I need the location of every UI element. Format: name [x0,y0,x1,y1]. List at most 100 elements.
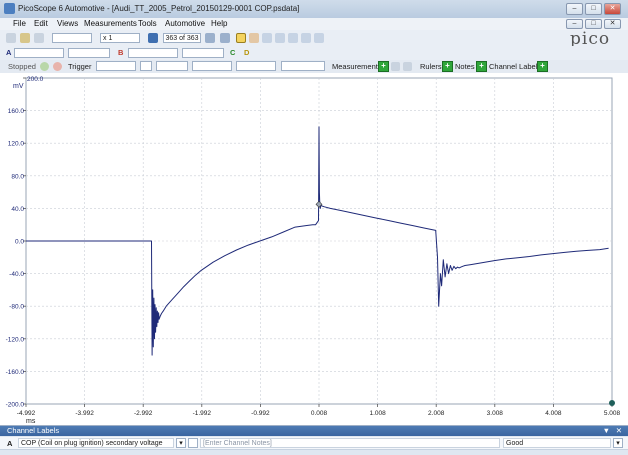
close-panel-icon[interactable]: ✕ [616,426,622,436]
delete-measurement-icon[interactable] [403,62,412,71]
x-axis-ticks: -4.992 -3.992 -2.992 -1.992 -0.992 0.008 1.008… [17,410,621,417]
edit-label-icon[interactable] [188,438,198,448]
zoom-select[interactable]: x 1 [100,33,140,43]
channel-a-coupling-select[interactable] [68,48,110,58]
rulers-label: Rulers [420,62,442,71]
x-tick-label: 3.008 [487,410,504,417]
status-dropdown-icon[interactable]: ▾ [613,438,623,448]
menu-file[interactable]: File [13,19,26,28]
doc-close-button[interactable]: ✕ [604,19,621,29]
menu-edit[interactable]: Edit [34,19,48,28]
pencil-icon[interactable] [20,33,30,43]
traces [26,126,615,406]
x-tick-label: -2.992 [134,410,153,417]
trigger-mode-select[interactable] [96,61,136,71]
channel-label-row: A COP (Coil on plug ignition) secondary … [0,437,628,450]
channel-labels-panel: Channel Labels ▼ ✕ A COP (Coil on plug i… [0,425,628,455]
channel-c-label: C [230,48,236,57]
measurements-label: Measurements [332,62,382,71]
rulers-toggle-icon[interactable]: + [442,61,453,72]
x-tick-label: 5.008 [604,410,621,417]
channel-b-range-select[interactable] [128,48,178,58]
pin-panel-icon[interactable]: ▼ [603,426,610,436]
doc-minimize-button[interactable]: – [566,19,583,29]
x-tick-label: 1.008 [369,410,386,417]
x-axis-unit: ms [26,418,36,425]
waveform-chart[interactable]: -200.0 -160.0 -120.0 -80.0 -40.0 0.0 40.0 80.0 1… [0,73,628,425]
channel-notes-input[interactable]: [Enter Channel Notes] [200,438,500,448]
x-tick-label: 4.008 [545,410,562,417]
close-window-button[interactable]: ✕ [604,3,621,15]
channel-b-label: B [118,48,124,57]
channel-a-range-select[interactable] [14,48,64,58]
trigger-label: Trigger [68,62,92,71]
next-buffer-icon[interactable] [205,33,215,43]
start-icon[interactable] [40,62,49,71]
x-tick-label: -0.992 [251,410,270,417]
trigger-level-input[interactable] [192,61,232,71]
buffer-navigator-icon[interactable] [220,33,230,43]
y-tick-label: 120.0 [8,141,25,148]
scope-state: Stopped [8,62,36,71]
trigger-source-select[interactable] [156,61,188,71]
zoom-area-icon[interactable] [288,33,298,43]
notes-toggle-icon[interactable]: + [476,61,487,72]
channel-status-select[interactable]: Good [503,438,611,448]
channel-a-label: A [6,48,12,57]
menu-help[interactable]: Help [211,19,227,28]
undo-zoom-icon[interactable] [301,33,311,43]
main-toolbar: x 1 363 of 363 pico Technology [0,29,628,55]
y-tick-label-top: 200.0 [27,76,44,83]
menu-views[interactable]: Views [57,19,78,28]
y-tick-label: -80.0 [9,304,24,311]
trigger-toolbar: Stopped Trigger Measurements + Rulers + … [0,60,628,74]
first-buffer-icon[interactable] [148,33,158,43]
y-tick-label: -160.0 [6,369,25,376]
maximize-button[interactable]: □ [585,3,602,15]
menu-measurements[interactable]: Measurements [84,19,137,28]
y-tick-label: 160.0 [8,108,25,115]
y-tick-label: 80.0 [11,173,24,180]
y-tick-label: -120.0 [6,336,25,343]
channel-toolbar: A B C D [0,46,628,61]
trigger-edge-select[interactable] [140,61,152,71]
zoom-to-fit-icon[interactable] [314,33,324,43]
grid [23,77,613,407]
scope-view[interactable]: -200.0 -160.0 -120.0 -80.0 -40.0 0.0 40.0 80.0 1… [0,73,628,425]
zoom-in-icon[interactable] [262,33,272,43]
zoom-out-icon[interactable] [275,33,285,43]
edit-measurement-icon[interactable] [391,62,400,71]
menu-tools[interactable]: Tools [138,19,157,28]
minimize-button[interactable]: – [566,3,583,15]
channel-d-label: D [244,48,250,57]
channel-labels-header: Channel Labels ▼ ✕ [0,426,628,436]
channel-labels-title: Channel Labels [7,426,60,435]
trigger-pretrigger-input[interactable] [236,61,276,71]
add-measurement-icon[interactable]: + [378,61,389,72]
pointer-icon[interactable] [236,33,246,43]
y-tick-label: 40.0 [11,206,24,213]
channel-label-name[interactable]: COP (Coil on plug ignition) secondary vo… [18,438,174,448]
settings-icon[interactable] [34,33,44,43]
buffer-position[interactable]: 363 of 363 [163,33,201,43]
notes-label: Notes [455,62,475,71]
channel-label-channel: A [7,439,13,448]
y-tick-label: -40.0 [9,271,24,278]
doc-restore-button[interactable]: □ [585,19,602,29]
channel-name-dropdown-icon[interactable]: ▾ [176,438,186,448]
trigger-delay-input[interactable] [281,61,325,71]
x-tick-label: -4.992 [17,410,36,417]
channel-labels-toggle-icon[interactable]: + [537,61,548,72]
stop-icon[interactable] [53,62,62,71]
menu-automotive[interactable]: Automotive [165,19,205,28]
y-tick-label: 0.0 [15,239,24,246]
y-axis-unit: mV [13,83,24,90]
timebase-select[interactable] [52,33,92,43]
menu-bar: File Edit Views Measurements Tools Autom… [0,18,628,30]
window-title: PicoScope 6 Automotive - [Audi_TT_2005_P… [18,4,300,13]
channel-b-coupling-select[interactable] [182,48,224,58]
channel-labels-label: Channel Labels [489,62,542,71]
x-tick-label: 0.008 [311,410,328,417]
hand-icon[interactable] [249,33,259,43]
back-icon[interactable] [6,33,16,43]
